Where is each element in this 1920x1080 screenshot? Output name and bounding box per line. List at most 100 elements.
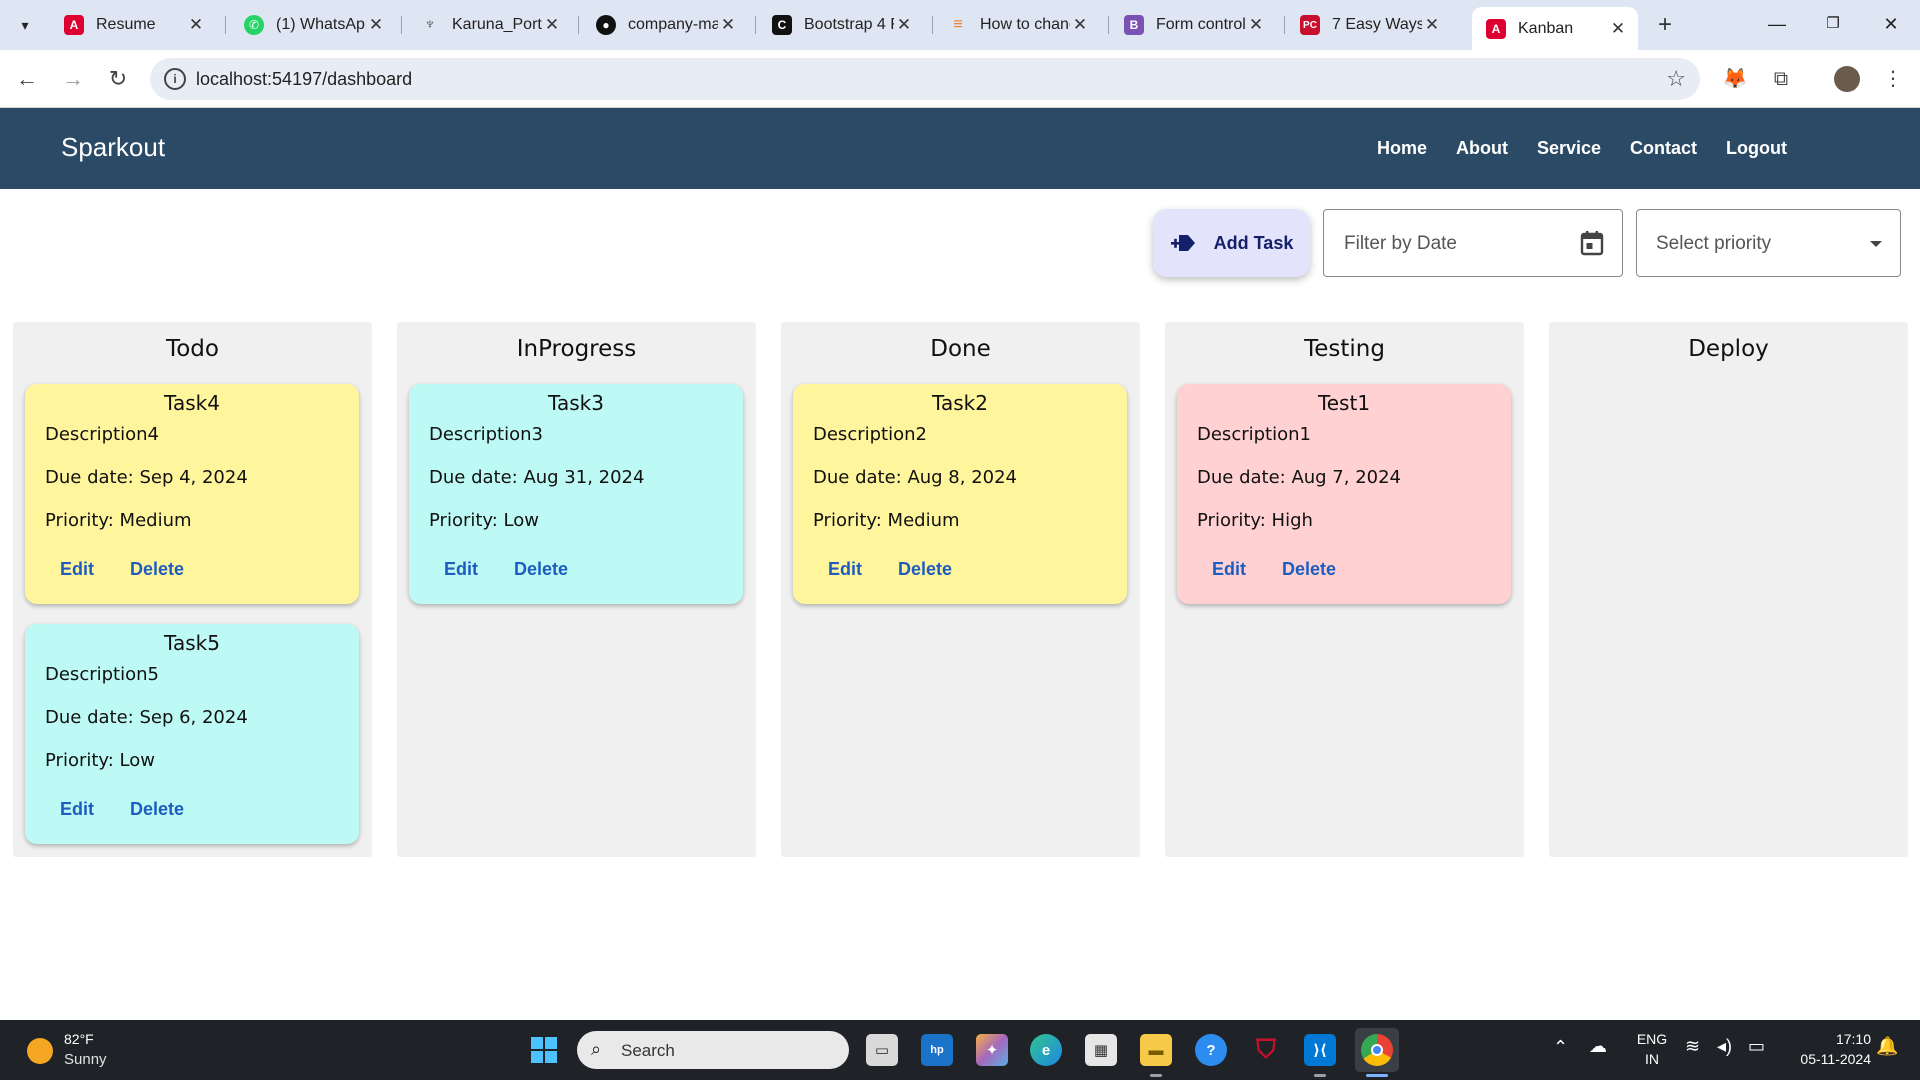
whatsapp-icon: ✆ — [244, 15, 264, 35]
clock-date[interactable]: 05-11-2024 — [1783, 1051, 1871, 1067]
window-close-icon[interactable]: ✕ — [1868, 6, 1914, 42]
delete-button[interactable]: Delete — [1282, 559, 1336, 580]
card-due-date: Due date: Sep 4, 2024 — [45, 467, 248, 488]
tab-resume[interactable]: A Resume ✕ — [50, 7, 216, 43]
sun-weather-icon[interactable] — [27, 1038, 53, 1064]
tab-github[interactable]: ● company-ma ✕ — [582, 7, 748, 43]
filter-by-date-input[interactable]: Filter by Date — [1323, 209, 1623, 277]
edit-button[interactable]: Edit — [444, 559, 478, 580]
portfolio-icon: ♆ — [424, 16, 436, 33]
tab-divider — [578, 16, 579, 34]
add-task-label: Add Task — [1213, 232, 1294, 253]
tab-search-chevron-icon[interactable]: ▾ — [12, 12, 38, 38]
browser-menu-icon[interactable]: ⋮ — [1878, 64, 1908, 94]
extensions-puzzle-icon[interactable]: ⧉ — [1766, 64, 1796, 94]
weather-condition[interactable]: Sunny — [64, 1051, 107, 1068]
input-region[interactable]: IN — [1634, 1051, 1670, 1067]
tab-easy-ways[interactable]: PC 7 Easy Ways t ✕ — [1286, 7, 1452, 43]
task-card[interactable]: Task2 Description2 Due date: Aug 8, 2024… — [793, 384, 1127, 604]
nav-home[interactable]: Home — [1377, 138, 1427, 159]
card-priority: Priority: Medium — [45, 510, 192, 531]
edit-button[interactable]: Edit — [60, 559, 94, 580]
tab-form-control[interactable]: B Form control ✕ — [1110, 7, 1276, 43]
card-due-date: Due date: Sep 6, 2024 — [45, 707, 248, 728]
task-card[interactable]: Task4 Description4 Due date: Sep 4, 2024… — [25, 384, 359, 604]
edit-button[interactable]: Edit — [60, 799, 94, 820]
new-tab-plus-icon[interactable]: + — [1650, 10, 1680, 40]
card-description: Description4 — [45, 424, 159, 445]
profile-avatar[interactable] — [1832, 64, 1862, 94]
calendar-icon[interactable] — [1580, 230, 1604, 256]
active-app-indicator — [1366, 1074, 1388, 1077]
url-omnibox[interactable]: i localhost:54197/dashboard ☆ — [150, 58, 1700, 100]
back-arrow-icon[interactable]: ← — [14, 66, 40, 92]
notification-bell-icon[interactable]: 🔔 — [1876, 1036, 1898, 1057]
column-testing: Testing Test1 Description1 Due date: Aug… — [1165, 322, 1524, 857]
show-hidden-icons-chevron[interactable]: ⌃ — [1553, 1037, 1568, 1058]
chrome-browser-icon[interactable] — [1361, 1034, 1393, 1066]
windows-start-icon[interactable] — [528, 1034, 560, 1066]
wifi-icon[interactable]: ≋ — [1685, 1036, 1700, 1057]
url-text[interactable]: localhost:54197/dashboard — [196, 69, 412, 90]
tab-whatsapp[interactable]: ✆ (1) WhatsApp ✕ — [230, 7, 396, 43]
reload-icon[interactable]: ↻ — [105, 66, 131, 92]
task-card[interactable]: Task5 Description5 Due date: Sep 6, 2024… — [25, 624, 359, 844]
forward-arrow-icon[interactable]: → — [60, 66, 86, 92]
vscode-icon[interactable]: ⟩⟨ — [1304, 1034, 1336, 1066]
minimize-icon[interactable]: — — [1754, 6, 1800, 42]
taskbar-search-box[interactable]: ⌕ Search — [577, 1031, 849, 1069]
close-icon[interactable]: ✕ — [1608, 19, 1628, 39]
browser-address-bar: ← → ↻ i localhost:54197/dashboard ☆ 🦊 ⧉ … — [0, 50, 1920, 108]
close-icon[interactable]: ✕ — [718, 15, 738, 35]
delete-button[interactable]: Delete — [514, 559, 568, 580]
input-language[interactable]: ENG — [1634, 1031, 1670, 1047]
close-icon[interactable]: ✕ — [894, 15, 914, 35]
task-card[interactable]: Test1 Description1 Due date: Aug 7, 2024… — [1177, 384, 1511, 604]
clock-time[interactable]: 17:10 — [1783, 1031, 1871, 1047]
card-priority: Priority: Low — [45, 750, 155, 771]
windows-taskbar: 82°F Sunny ⌕ Search ▭ hp ✦ e ▦ ▬ ? ⛉ ⟩⟨ … — [0, 1020, 1920, 1080]
volume-icon[interactable]: ◂) — [1717, 1036, 1732, 1057]
browser-tab-strip: ▾ A Resume ✕ ✆ (1) WhatsApp ✕ ♆ Karuna_P… — [0, 0, 1920, 50]
edit-button[interactable]: Edit — [828, 559, 862, 580]
column-title: Done — [930, 336, 991, 362]
task-view-icon[interactable]: ▭ — [866, 1034, 898, 1066]
tab-stackoverflow[interactable]: ≡ How to chang ✕ — [934, 7, 1100, 43]
copilot-icon[interactable]: ✦ — [976, 1034, 1008, 1066]
edit-button[interactable]: Edit — [1212, 559, 1246, 580]
nav-about[interactable]: About — [1456, 138, 1508, 159]
delete-button[interactable]: Delete — [130, 799, 184, 820]
battery-icon[interactable]: ▭ — [1748, 1036, 1765, 1057]
task-card[interactable]: Task3 Description3 Due date: Aug 31, 202… — [409, 384, 743, 604]
brand-logo-text[interactable]: Sparkout — [61, 132, 165, 163]
delete-button[interactable]: Delete — [130, 559, 184, 580]
close-icon[interactable]: ✕ — [1070, 15, 1090, 35]
delete-button[interactable]: Delete — [898, 559, 952, 580]
get-help-icon[interactable]: ? — [1195, 1034, 1227, 1066]
onedrive-cloud-icon[interactable]: ☁ — [1589, 1036, 1607, 1057]
close-icon[interactable]: ✕ — [1246, 15, 1266, 35]
file-explorer-icon[interactable]: ▬ — [1140, 1034, 1172, 1066]
bookmark-star-icon[interactable]: ☆ — [1666, 66, 1686, 92]
microsoft-store-icon[interactable]: ▦ — [1085, 1034, 1117, 1066]
close-icon[interactable]: ✕ — [542, 15, 562, 35]
close-icon[interactable]: ✕ — [186, 15, 206, 35]
myhp-icon[interactable]: hp — [921, 1034, 953, 1066]
close-icon[interactable]: ✕ — [1422, 15, 1442, 35]
add-task-button[interactable]: Add Task — [1153, 209, 1310, 277]
close-icon[interactable]: ✕ — [366, 15, 386, 35]
select-priority-dropdown[interactable]: Select priority — [1636, 209, 1901, 277]
metamask-fox-icon[interactable]: 🦊 — [1720, 64, 1750, 94]
nav-contact[interactable]: Contact — [1630, 138, 1697, 159]
edge-browser-icon[interactable]: e — [1030, 1034, 1062, 1066]
tab-portfolio[interactable]: ♆ Karuna_Portfolio ✕ — [406, 7, 572, 43]
weather-temperature[interactable]: 82°F — [64, 1031, 94, 1047]
tab-divider — [755, 16, 756, 34]
restore-icon[interactable]: ❐ — [1810, 6, 1856, 42]
tab-kanban[interactable]: A Kanban ✕ — [1472, 7, 1638, 50]
mcafee-shield-icon[interactable]: ⛉ — [1250, 1034, 1282, 1066]
site-info-icon[interactable]: i — [164, 68, 186, 90]
nav-logout[interactable]: Logout — [1726, 138, 1787, 159]
tab-bootstrap-codeply[interactable]: C Bootstrap 4 F ✕ — [758, 7, 924, 43]
nav-service[interactable]: Service — [1537, 138, 1601, 159]
